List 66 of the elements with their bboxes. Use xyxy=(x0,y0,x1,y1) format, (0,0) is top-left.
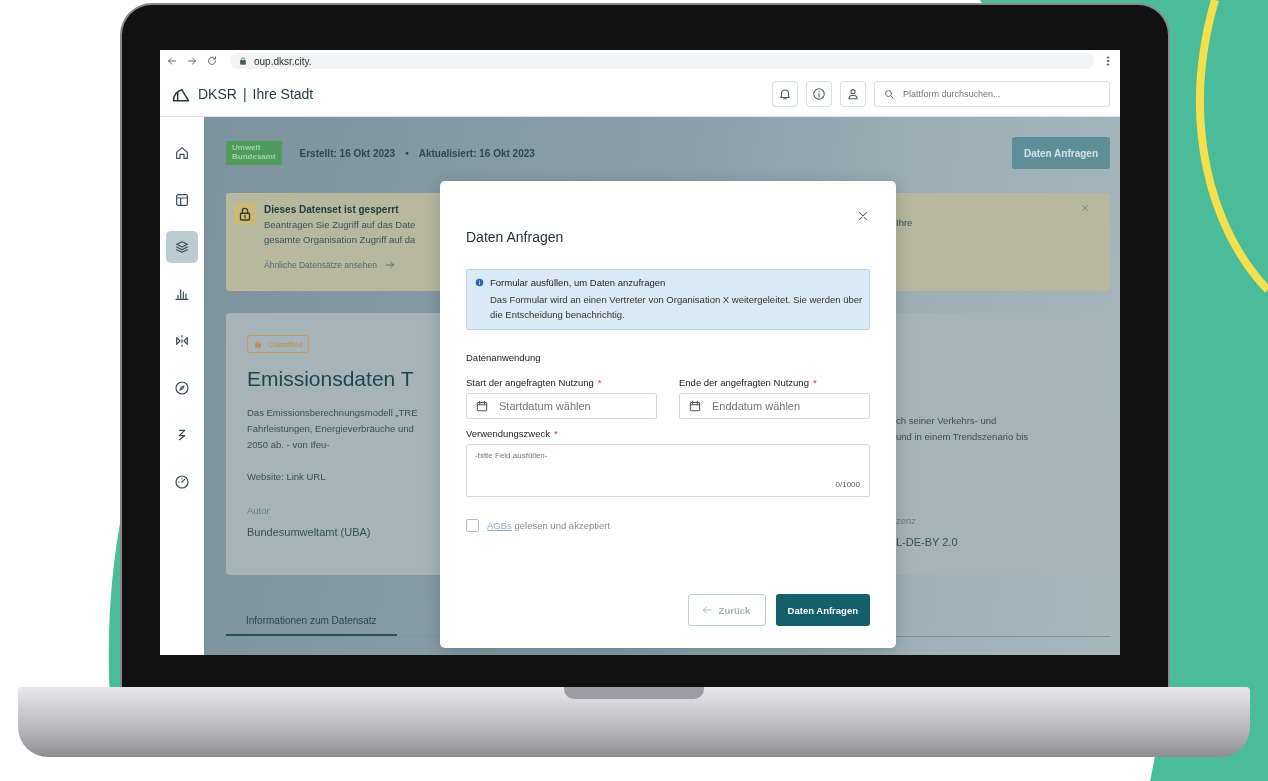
search-field[interactable]: Plattform durchsuchen... xyxy=(874,81,1110,107)
description-text: Das Emissionsberechnungsmodell „TRE xyxy=(247,406,418,420)
address-bar[interactable]: oup.dksr.city. xyxy=(230,53,1094,69)
city-name: Ihre Stadt xyxy=(252,86,314,102)
publisher-logo-text: Umwelt xyxy=(232,144,262,153)
notification-icon xyxy=(778,87,792,101)
date-field[interactable]: Enddatum wählen xyxy=(679,393,870,419)
classified-badge: Classified xyxy=(247,335,309,353)
back-icon[interactable] xyxy=(166,55,178,67)
author-value: Bundesumweltamt (UBA) xyxy=(247,526,371,538)
author-label: Autor xyxy=(247,505,270,516)
modal-title: Daten Anfragen xyxy=(466,229,564,245)
terms-checkbox[interactable] xyxy=(466,519,479,532)
section-heading: Datenanwendung xyxy=(466,352,542,363)
close-icon[interactable] xyxy=(856,209,870,223)
calendar-icon xyxy=(475,399,489,413)
info-icon xyxy=(812,87,826,101)
date-field[interactable]: Startdatum wählen xyxy=(466,393,657,419)
submit-button[interactable]: Daten Anfragen xyxy=(775,594,870,626)
field-label: Ende der angefragten Nutzung xyxy=(679,377,809,388)
info-icon xyxy=(475,278,484,287)
search-icon xyxy=(883,88,895,100)
character-counter: 0/1000 xyxy=(835,480,860,489)
user-button[interactable] xyxy=(840,81,866,107)
license-value: L-DE-BY 2.0 xyxy=(896,536,959,548)
info-button[interactable] xyxy=(806,81,832,107)
notification-button[interactable] xyxy=(772,81,798,107)
arrow-left-icon xyxy=(700,604,713,616)
notice-text: Ihre xyxy=(896,216,914,230)
reload-icon[interactable] xyxy=(206,55,218,67)
description-text: und in einem Trendszenario bis xyxy=(896,430,1030,444)
lock-icon xyxy=(238,56,248,66)
license-label: zenz xyxy=(896,515,918,526)
field-label: Start der angefragten Nutzung xyxy=(466,377,594,388)
user-icon xyxy=(846,87,860,101)
terms-link[interactable]: AGBs xyxy=(487,520,512,531)
meta-separator: • xyxy=(405,147,409,159)
lock-icon xyxy=(234,203,256,225)
notice-text: Beantragen Sie Zugriff auf das Date xyxy=(264,218,416,232)
tab[interactable]: Informationen zum Datensatz xyxy=(226,611,397,636)
description-text: Fahrleistungen, Energieverbräuche und xyxy=(247,422,414,436)
forward-icon[interactable] xyxy=(186,55,198,67)
created-date: Erstellt: 16 Okt 2023 xyxy=(299,147,396,159)
required-mark: * xyxy=(812,377,817,388)
header-separator: | xyxy=(242,86,247,102)
notice-text: gesamte Organisation Zugriff auf da xyxy=(264,233,416,247)
required-mark: * xyxy=(553,428,558,439)
brand-name: DKSR xyxy=(198,86,237,102)
description-text: ch seiner Verkehrs- und xyxy=(896,414,998,428)
info-title: Formular ausfüllen, um Daten anzufragen xyxy=(490,277,667,288)
terms-label: AGBs gelesen und akzeptiert xyxy=(487,520,611,531)
info-text: Das Formular wird an einen Vertreter von Organisation X weitergeleitet. Sie werden über die Entscheidung benachrichtig. xyxy=(490,293,864,322)
calendar-icon xyxy=(688,399,702,413)
url-text: oup.dksr.city. xyxy=(254,55,312,67)
website-text: Website: Link URL xyxy=(247,470,326,484)
updated-date: Aktualisiert: 16 Okt 2023 xyxy=(418,147,535,159)
notice-title: Dieses Datenset ist gesperrt xyxy=(264,203,400,217)
dataset-title: Emissionsdaten T xyxy=(247,367,414,391)
request-data-button[interactable]: Daten Anfragen xyxy=(1011,137,1110,169)
field-label: Verwendungszweck xyxy=(466,428,550,439)
lock-icon xyxy=(253,339,263,349)
layers-icon[interactable] xyxy=(166,231,198,263)
similar-datasets-link[interactable]: Ähnliche Datensätze ansehen xyxy=(264,259,416,271)
description-text: 2050 ab. - von Ifeu- xyxy=(247,438,330,452)
publisher-logo-text: Bundesamt xyxy=(232,153,276,162)
required-mark: * xyxy=(597,377,602,388)
